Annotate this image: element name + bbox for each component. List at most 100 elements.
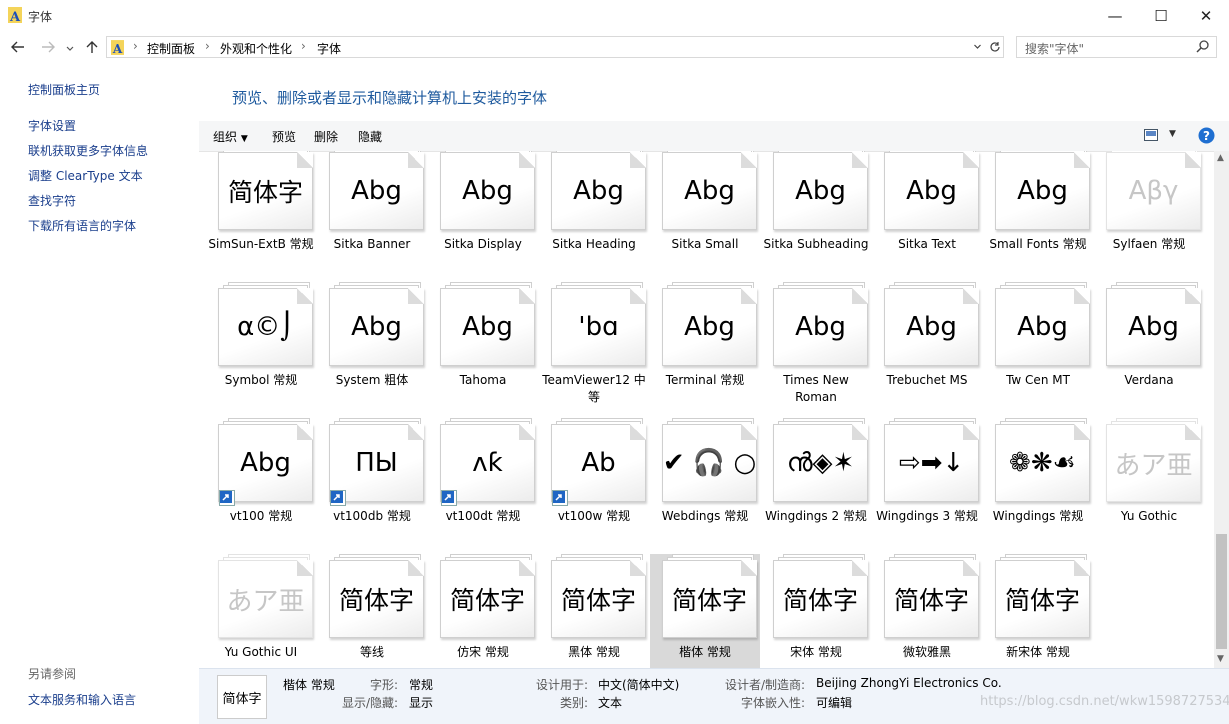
scrollbar-thumb[interactable] <box>1216 534 1227 649</box>
font-name-label: Small Fonts 常规 <box>989 237 1087 251</box>
preview-button[interactable]: 预览 <box>272 128 296 145</box>
selected-font-thumbnail: 简体字 <box>217 675 267 719</box>
address-bar[interactable]: A › 控制面板 › 外观和个性化 › 字体 <box>106 36 1004 58</box>
font-tile[interactable]: Abg Sitka Text <box>872 151 982 282</box>
font-name-label: Wingdings 常规 <box>992 509 1084 523</box>
font-file-icon: Abg <box>440 151 535 230</box>
font-tile[interactable]: Abg System 粗体 <box>317 282 427 418</box>
hide-button[interactable]: 隐藏 <box>358 128 382 145</box>
font-name-label: SimSun-ExtB 常规 <box>208 237 314 251</box>
font-sample: ❁❋☙ <box>1009 448 1076 478</box>
font-tile[interactable]: Abg Tw Cen MT <box>983 282 1093 418</box>
font-tile[interactable]: α©⌡ Symbol 常规 <box>206 282 316 418</box>
font-tile[interactable]: Abg vt100 常规 <box>206 418 316 554</box>
font-tile[interactable]: Ab vt100w 常规 <box>539 418 649 554</box>
font-tile[interactable]: あア亜 Yu Gothic <box>1094 418 1204 554</box>
font-tile[interactable]: 简体字 宋体 常规 <box>761 554 871 668</box>
font-tile[interactable]: 简体字 SimSun-ExtB 常规 <box>206 151 316 282</box>
search-input[interactable]: 搜索"字体" <box>1016 36 1217 58</box>
font-tile[interactable]: ᴧƙ vt100dt 常规 <box>428 418 538 554</box>
address-dropdown-chevron-icon[interactable] <box>973 44 982 50</box>
font-file-icon: 简体字 <box>884 554 979 638</box>
search-icon[interactable] <box>1196 39 1210 53</box>
font-sample: 简体字 <box>227 178 303 207</box>
font-tile[interactable]: 简体字 黑体 常规 <box>539 554 649 668</box>
font-tile[interactable]: Abg Times New Roman <box>761 282 871 418</box>
font-tile[interactable]: 简体字新宋体 常规 <box>983 554 1093 668</box>
font-file-icon: ᴧƙ <box>440 418 535 506</box>
refresh-icon[interactable] <box>989 41 1001 53</box>
font-tile[interactable]: ❁❋☙ Wingdings 常规 <box>983 418 1093 554</box>
font-file-icon: Abg <box>329 151 424 230</box>
font-file-icon: ൻ◈✶ <box>773 418 868 502</box>
embeddability-value: 可编辑 <box>816 696 853 710</box>
font-tile[interactable]: 简体字 仿宋 常规 <box>428 554 538 668</box>
minimize-button[interactable]: — <box>1092 0 1138 32</box>
breadcrumb-control-panel[interactable]: 控制面板 <box>147 40 195 57</box>
text-services-link[interactable]: 文本服务和输入语言 <box>28 691 136 708</box>
scroll-down-icon[interactable]: ▼ <box>1217 654 1224 664</box>
font-file-icon: ❁❋☙ <box>995 418 1090 502</box>
font-tile[interactable]: Abg Terminal 常规 <box>650 282 760 418</box>
font-name-label: Yu Gothic <box>1120 509 1178 523</box>
search-placeholder: 搜索"字体" <box>1025 42 1085 56</box>
breadcrumb-appearance[interactable]: 外观和个性化 <box>220 40 292 57</box>
font-tile[interactable]: Abg Tahoma <box>428 282 538 418</box>
font-sample: 简体字 <box>782 586 858 615</box>
font-tile[interactable]: 简体字 楷体 常规 <box>650 554 760 668</box>
scroll-up-icon[interactable]: ▲ <box>1217 153 1224 163</box>
fonts-folder-icon: A <box>8 7 22 23</box>
font-tile[interactable]: Abg Small Fonts 常规 <box>983 151 1093 282</box>
help-icon[interactable]: ? <box>1198 127 1215 144</box>
font-tile[interactable]: Aβγ Sylfaen 常规 <box>1094 151 1204 282</box>
left-navigation-pane: 控制面板主页 字体设置 联机获取更多字体信息 调整 ClearType 文本 查… <box>0 62 199 723</box>
maximize-button[interactable]: ☐ <box>1138 0 1184 32</box>
font-tile[interactable]: 简体字 微软雅黑 <box>872 554 982 668</box>
font-tile[interactable]: Abg Sitka Heading <box>539 151 649 282</box>
font-tile[interactable]: 简体字 等线 <box>317 554 427 668</box>
close-button[interactable]: ✕ <box>1183 0 1229 32</box>
font-tile[interactable]: あア亜 Yu Gothic UI <box>206 554 316 668</box>
font-file-icon: Abg <box>1106 282 1201 366</box>
recent-locations-chevron-icon[interactable] <box>64 40 76 58</box>
font-name-label: Sitka Display <box>444 237 522 251</box>
vertical-scrollbar[interactable]: ▲ ▼ <box>1214 151 1229 668</box>
font-tile[interactable]: Abg Trebuchet MS <box>872 282 982 418</box>
font-tile[interactable]: Abg Sitka Small <box>650 151 760 282</box>
delete-button[interactable]: 删除 <box>314 128 338 145</box>
breadcrumb-fonts[interactable]: 字体 <box>317 40 341 57</box>
control-panel-home-link[interactable]: 控制面板主页 <box>28 81 100 98</box>
get-font-info-online-link[interactable]: 联机获取更多字体信息 <box>28 142 148 159</box>
find-character-link[interactable]: 查找字符 <box>28 192 76 209</box>
font-tile[interactable]: ൻ◈✶ Wingdings 2 常规 <box>761 418 871 554</box>
font-file-icon: 简体字 <box>662 554 757 638</box>
font-tile[interactable]: Abg Sitka Subheading <box>761 151 871 282</box>
font-tile[interactable]: ꞌbɑ TeamViewer12 中等 <box>539 282 649 418</box>
font-sample: Abg <box>795 312 846 342</box>
font-tile[interactable]: Abg Sitka Display <box>428 151 538 282</box>
font-tile[interactable]: ⇨➡↓ Wingdings 3 常规 <box>872 418 982 554</box>
back-arrow-icon[interactable] <box>10 38 26 56</box>
font-tile[interactable]: Abg Verdana <box>1094 282 1204 418</box>
up-arrow-icon[interactable] <box>84 38 100 56</box>
font-name-label: 新宋体 常规 <box>1006 645 1070 659</box>
adjust-cleartype-link[interactable]: 调整 ClearType 文本 <box>28 167 143 184</box>
font-sample: Abg <box>684 176 735 206</box>
view-options-icon[interactable] <box>1144 129 1158 141</box>
font-settings-link[interactable]: 字体设置 <box>28 117 76 134</box>
font-file-icon: 简体字 <box>440 554 535 638</box>
font-sample: ⇨➡↓ <box>898 448 965 478</box>
font-file-icon: Aβγ <box>1106 151 1201 230</box>
download-all-fonts-link[interactable]: 下载所有语言的字体 <box>28 217 136 234</box>
font-name-label: Wingdings 3 常规 <box>876 509 978 523</box>
font-tile[interactable]: ✔ 🎧 ○ Webdings 常规 <box>650 418 760 554</box>
font-name-label: 等线 <box>359 645 384 659</box>
font-file-icon: 简体字 <box>995 554 1090 638</box>
font-file-icon: Abg <box>773 151 868 230</box>
forward-arrow-icon[interactable] <box>40 38 56 56</box>
organize-button[interactable]: 组织 ▼ <box>213 128 248 145</box>
view-chevron-down-icon[interactable]: ▼ <box>1169 129 1176 139</box>
font-sample: 简体字 <box>560 586 636 615</box>
font-tile[interactable]: Abg Sitka Banner <box>317 151 427 282</box>
font-tile[interactable]: ΠЫ vt100db 常规 <box>317 418 427 554</box>
